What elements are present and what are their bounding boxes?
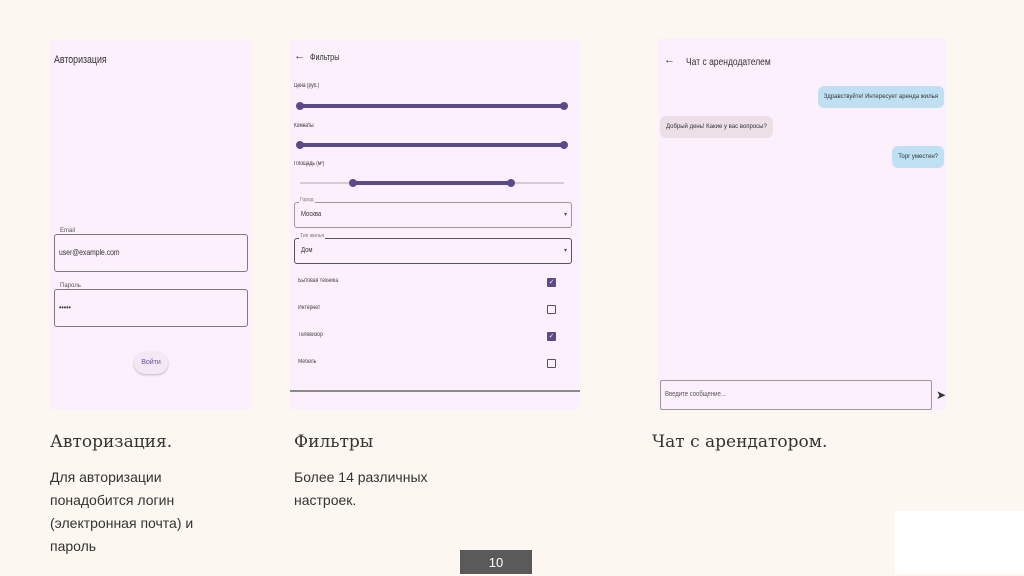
checkbox-checked-icon[interactable]: ✓ <box>547 278 556 287</box>
page-number: 10 <box>460 550 532 574</box>
password-field-label: Пароль <box>59 283 82 289</box>
price-slider-fill <box>300 104 564 108</box>
arrow-left-icon[interactable]: ← <box>664 54 675 66</box>
chevron-down-icon: ▾ <box>563 248 567 254</box>
chat-caption-title: Чат с арендатором. <box>652 432 828 452</box>
email-field-value: user@example.com <box>59 248 120 257</box>
password-field-value: ••••• <box>59 303 71 312</box>
rooms-slider[interactable] <box>296 141 568 149</box>
auth-screen-title: Авторизация <box>54 54 107 66</box>
rooms-slider-max-thumb[interactable] <box>560 141 568 149</box>
rooms-slider-fill <box>300 143 564 147</box>
send-icon[interactable]: ➤ <box>936 388 946 402</box>
bottom-divider <box>290 390 580 392</box>
area-slider-label: Площадь (м²) <box>294 161 325 167</box>
area-slider[interactable] <box>300 179 564 187</box>
chat-message-received: Добрый день! Какие у вас вопросы? <box>660 116 773 138</box>
checkbox-label: Мебель <box>298 359 317 365</box>
filters-caption-text: Более 14 различных настроек. <box>294 469 428 508</box>
price-slider[interactable] <box>296 102 568 110</box>
type-dropdown[interactable]: Тип жилья Дом ▾ <box>294 233 572 264</box>
city-dropdown-value: Москва <box>301 211 322 218</box>
area-slider-max-thumb[interactable] <box>507 179 516 187</box>
chat-message-sent: Торг уместен? <box>892 146 944 168</box>
filters-screen-title: Фильтры <box>310 52 340 62</box>
auth-caption-text: Для авторизации понадобится логин (элект… <box>50 469 194 554</box>
area-slider-fill <box>352 181 512 185</box>
email-field[interactable]: Email user@example.com <box>54 228 248 272</box>
price-slider-label: Цена (руб.) <box>294 83 320 89</box>
corner-panel <box>895 511 1024 574</box>
chat-message-sent: Здравствуйте! Интересует аренда жилья <box>817 86 944 108</box>
auth-screen-screenshot: Авторизация Email user@example.com Парол… <box>50 40 252 410</box>
auth-caption-title: Авторизация. <box>50 432 173 452</box>
checkbox-row-internet[interactable]: Интернет <box>294 303 570 317</box>
chevron-down-icon: ▾ <box>563 212 567 218</box>
type-dropdown-label: Тип жилья <box>299 233 326 239</box>
checkbox-row-tv[interactable]: Телевизор ✓ <box>294 330 570 344</box>
checkbox-row-appliances[interactable]: Бытовая техника ✓ <box>294 276 570 290</box>
checkbox-row-furniture[interactable]: Мебель <box>294 357 570 371</box>
arrow-left-icon[interactable]: ← <box>294 50 305 62</box>
login-button[interactable]: Войти <box>134 352 168 374</box>
message-input-placeholder: Введите сообщение... <box>665 391 726 398</box>
checkbox-checked-icon[interactable]: ✓ <box>547 332 556 341</box>
email-field-label: Email <box>59 228 77 234</box>
filters-screen-screenshot: ← Фильтры Цена (руб.) Комнаты Площадь (м… <box>290 40 580 410</box>
price-slider-min-thumb[interactable] <box>296 102 304 110</box>
price-slider-max-thumb[interactable] <box>560 102 568 110</box>
password-field[interactable]: Пароль ••••• <box>54 283 248 327</box>
chat-screen-title: Чат с арендодателем <box>686 57 771 68</box>
city-dropdown-label: Город <box>299 197 315 203</box>
type-dropdown-value: Дом <box>301 247 313 254</box>
checkbox-label: Телевизор <box>298 332 323 338</box>
area-slider-min-thumb[interactable] <box>348 179 357 187</box>
chat-screen-screenshot: ← Чат с арендодателем Здравствуйте! Инте… <box>658 38 946 410</box>
checkbox-unchecked-icon[interactable] <box>547 359 556 368</box>
message-input[interactable]: Введите сообщение... <box>660 380 932 410</box>
checkbox-label: Бытовая техника <box>298 278 339 284</box>
checkbox-label: Интернет <box>298 305 321 311</box>
checkbox-unchecked-icon[interactable] <box>547 305 556 314</box>
filters-caption-title: Фильтры <box>294 432 374 452</box>
city-dropdown[interactable]: Город Москва ▾ <box>294 197 572 228</box>
rooms-slider-min-thumb[interactable] <box>296 141 304 149</box>
rooms-slider-label: Комнаты <box>294 123 314 129</box>
